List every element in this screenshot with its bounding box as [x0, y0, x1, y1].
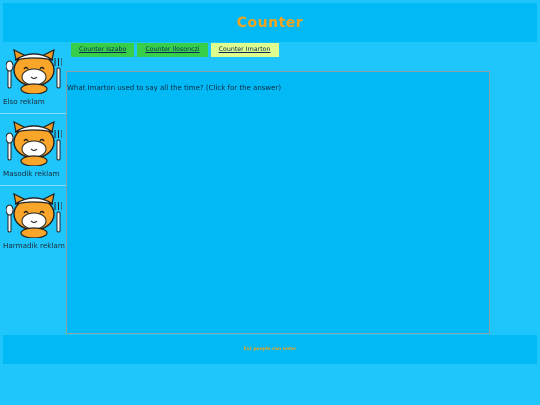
- mascot-icon: [6, 121, 62, 166]
- mascot-icon: [6, 49, 62, 94]
- page-title: Counter: [236, 14, 304, 31]
- tab-bar: Counter Iszabo Counter Ilosonczi Counter…: [71, 43, 282, 57]
- page-footer: For people can enter: [3, 335, 537, 364]
- page-header: Counter: [3, 3, 537, 42]
- ad-label: Harmadik reklam: [3, 241, 65, 250]
- content-panel: What Imarton used to say all the time? (…: [66, 71, 490, 334]
- ad-item-1[interactable]: Elso reklam: [0, 42, 66, 114]
- tab-counter-imarton[interactable]: Counter Imarton: [210, 43, 279, 57]
- tab-counter-iszabo[interactable]: Counter Iszabo: [71, 43, 135, 57]
- ad-item-3[interactable]: Harmadik reklam: [0, 186, 66, 257]
- ad-label: Masodik reklam: [3, 169, 60, 178]
- tab-counter-ilosonczi[interactable]: Counter Ilosonczi: [137, 43, 208, 57]
- ad-label: Elso reklam: [3, 97, 45, 106]
- ad-item-2[interactable]: Masodik reklam: [0, 114, 66, 186]
- footer-text: For people can enter: [243, 347, 297, 352]
- sidebar: Elso reklam Masodik reklam Harmadik rekl…: [0, 42, 66, 334]
- mascot-icon: [6, 193, 62, 238]
- question-link[interactable]: What Imarton used to say all the time? (…: [67, 84, 281, 92]
